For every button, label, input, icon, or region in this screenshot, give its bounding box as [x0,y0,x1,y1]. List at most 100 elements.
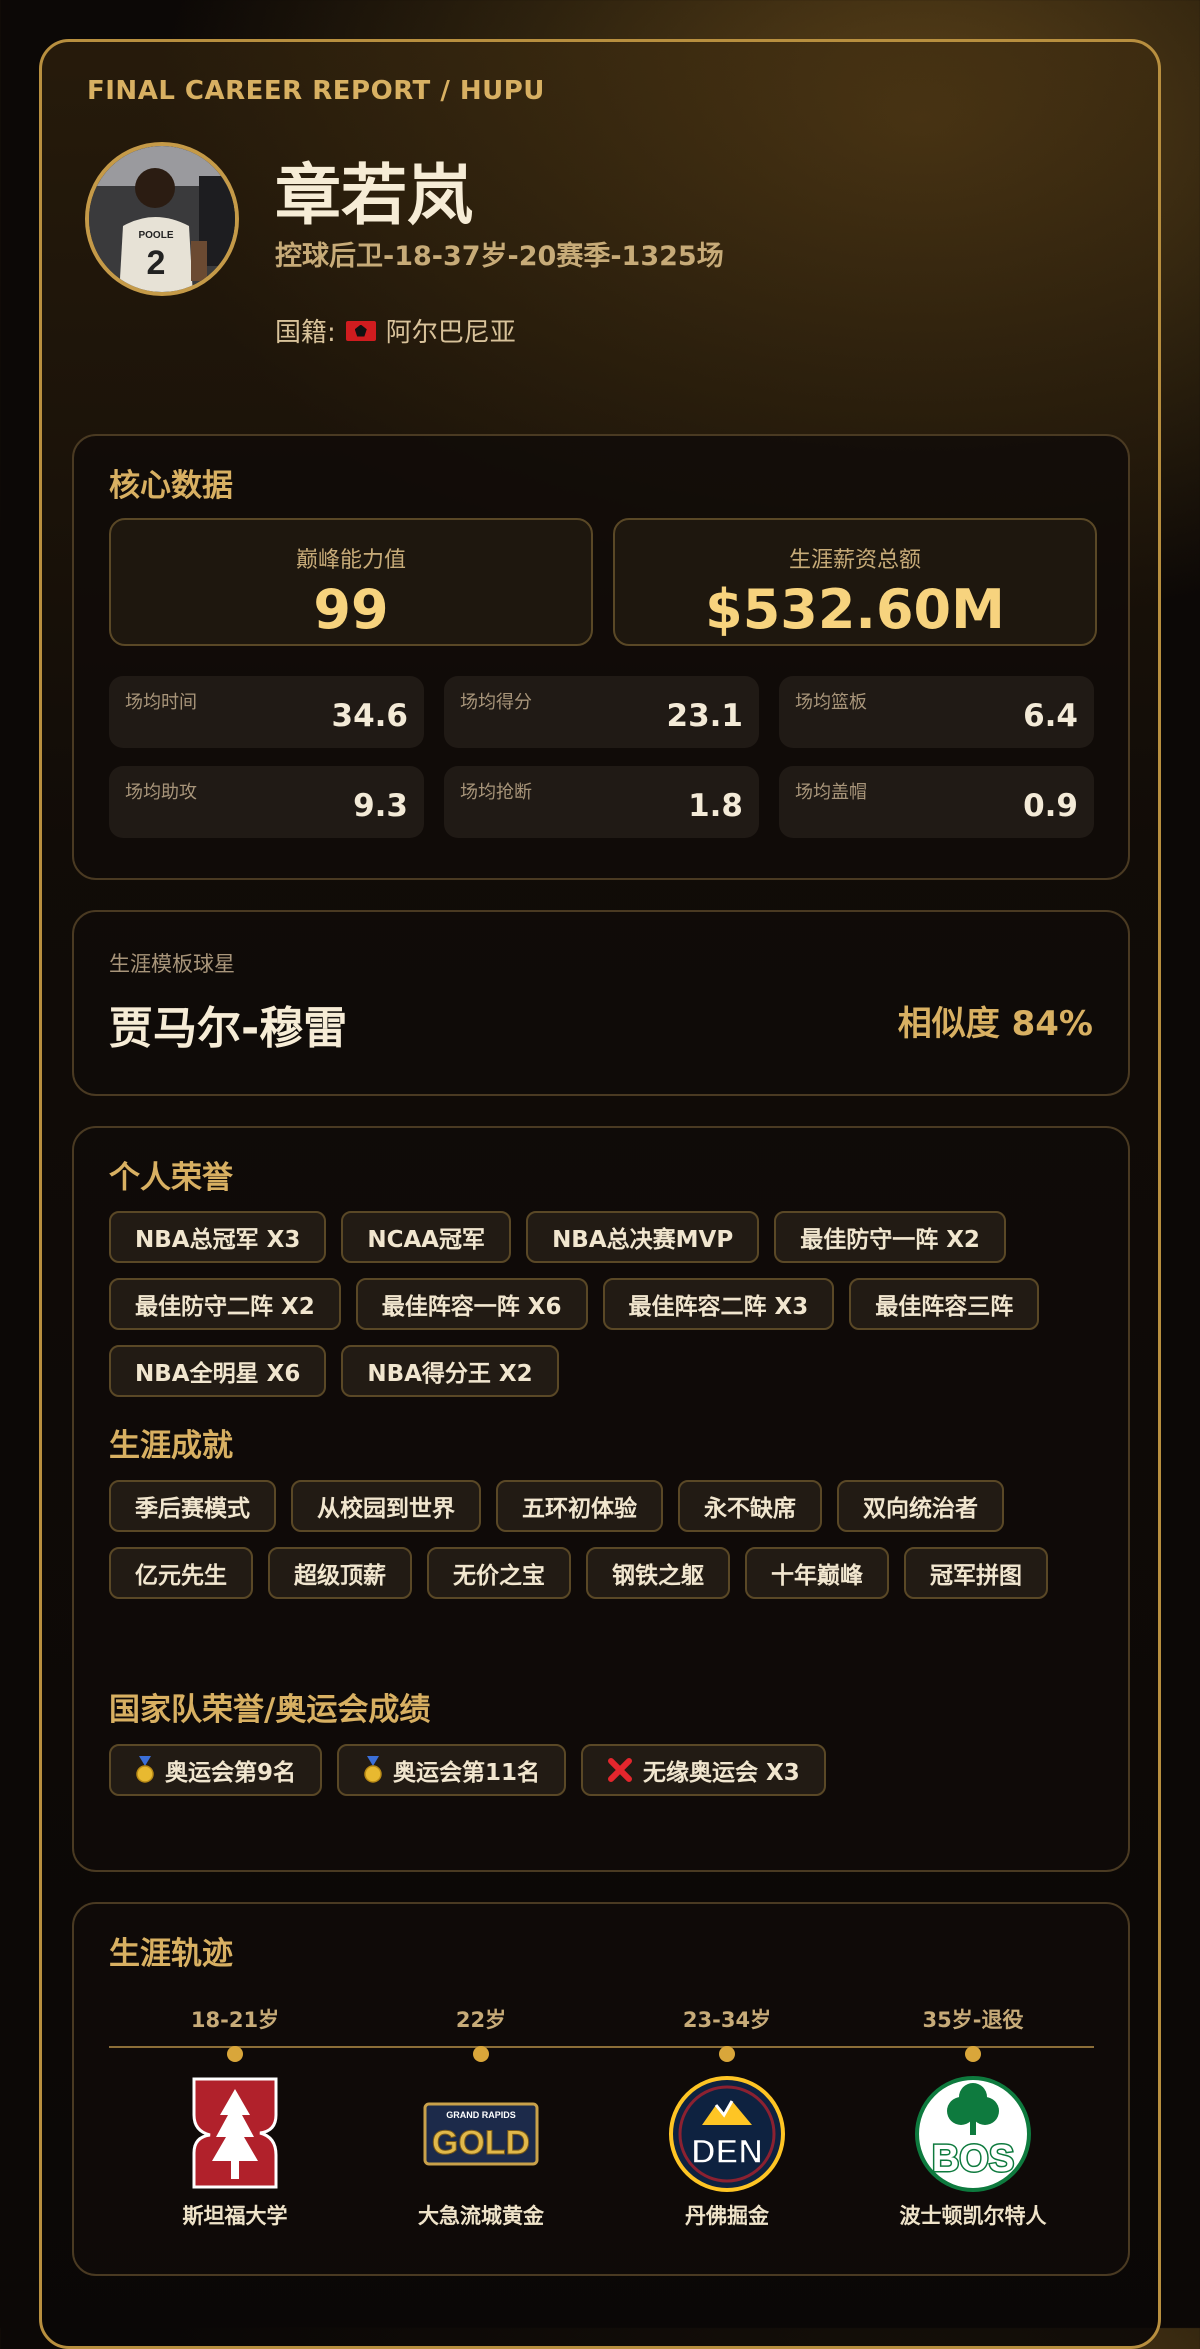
career-stop-team: 大急流城黄金 [418,2204,544,2228]
olympic-result-tag: 奥运会第9名 [109,1744,323,1796]
olympic-result-tag: 奥运会第11名 [337,1744,567,1796]
nationality-row: 国籍: 阿尔巴尼亚 [275,312,516,349]
stat-label: 场均得分 [460,692,532,713]
timeline-dot [965,2046,981,2062]
den-logo-text: DEN [691,2133,763,2171]
honors-title: 个人荣誉 [109,1160,233,1196]
career-stop-age: 23-34岁 [682,2008,772,2032]
national-team-list: 奥运会第9名 奥运会第11名 无缘奥运会 X3 [109,1744,1099,1796]
career-stop-boston: 35岁-退役 BOS 波士顿凯尔特人 [853,2004,1093,2230]
nationality-label: 国籍: [275,318,336,348]
achievement-tag: 钢铁之躯 [586,1547,730,1599]
timeline-dot [227,2046,243,2062]
stat-value: 1.8 [688,788,743,824]
honor-tag: NBA总决赛MVP [526,1211,760,1263]
nationality-value: 阿尔巴尼亚 [385,318,516,348]
stanford-logo-text: S [235,2075,236,2076]
grand-rapids-gold-logo-icon: GRAND RAPIDS GOLD [421,2074,541,2194]
stat-points: 场均得分 23.1 [444,676,759,748]
olympic-result-text: 无缘奥运会 X3 [643,1760,800,1786]
jersey-name-text: POOLE [138,230,173,241]
jersey-number-text: 2 [147,244,166,282]
honor-tag: 最佳阵容一阵 X6 [355,1278,588,1330]
gold-logo-subtext: GRAND RAPIDS [446,2110,516,2120]
achievement-tag: 冠军拼图 [904,1547,1048,1599]
career-salary-value: $532.60M [705,578,1005,641]
achievement-tag: 季后赛模式 [109,1480,276,1532]
honor-tag: 最佳防守一阵 X2 [774,1211,1006,1263]
report-kicker: FINAL CAREER REPORT / HUPU [87,76,545,106]
career-stop-grand-rapids: 22岁 GRAND RAPIDS GOLD 大急流城黄金 [361,2004,601,2230]
core-data-title: 核心数据 [109,468,233,504]
peak-rating-label: 巅峰能力值 [295,548,406,573]
career-salary-box: 生涯薪资总额 $532.60M [613,518,1097,646]
player-name: 章若岚 [275,157,473,234]
stat-value: 0.9 [1023,788,1078,824]
career-trajectory-panel: 生涯轨迹 18-21岁 S 斯坦福大学 22岁 GRAND RAPIDS GOL… [72,1902,1130,2276]
achievement-tag: 从校园到世界 [291,1480,481,1532]
achievement-tag: 五环初体验 [496,1480,663,1532]
stanford-logo-icon: S [175,2074,295,2194]
template-player-panel: 生涯模板球星 贾马尔-穆雷 相似度 84% [72,910,1130,1096]
career-stop-team: 丹佛掘金 [685,2204,769,2228]
stat-value: 6.4 [1023,698,1078,734]
career-stop-age: 35岁-退役 [922,2008,1024,2032]
olympic-result-text: 奥运会第11名 [393,1760,541,1786]
career-report-card: FINAL CAREER REPORT / HUPU POOLE 2 章若岚 控… [39,39,1161,2349]
honors-panel: 个人荣誉 NBA总冠军 X3 NCAA冠军 NBA总决赛MVP 最佳防守一阵 X… [72,1126,1130,1872]
stat-blocks: 场均盖帽 0.9 [779,766,1094,838]
avatar-photo: POOLE 2 [89,146,235,292]
honor-tag: 最佳防守二阵 X2 [109,1278,341,1330]
core-data-panel: 核心数据 巅峰能力值 99 生涯薪资总额 $532.60M 场均时间 34.6 … [72,434,1130,880]
stat-value: 23.1 [666,698,744,734]
stat-label: 场均抢断 [460,782,532,803]
achievement-tag: 永不缺席 [678,1480,822,1532]
stat-minutes: 场均时间 34.6 [109,676,424,748]
stat-rebounds: 场均篮板 6.4 [779,676,1094,748]
peak-rating-box: 巅峰能力值 99 [109,518,593,646]
olympic-result-tag: 无缘奥运会 X3 [581,1744,826,1796]
honor-tag: NBA得分王 X2 [341,1345,559,1397]
stat-steals: 场均抢断 1.8 [444,766,759,838]
bos-logo-text: BOS [932,2138,1014,2180]
gold-logo-text: GOLD [432,2124,530,2162]
stat-value: 9.3 [353,788,408,824]
template-player-name: 贾马尔-穆雷 [109,1003,348,1054]
peak-rating-value: 99 [313,578,389,641]
timeline-dot [473,2046,489,2062]
achievements-title: 生涯成就 [109,1428,233,1464]
career-stop-team: 斯坦福大学 [182,2204,288,2228]
stat-label: 场均盖帽 [795,782,867,803]
boston-celtics-logo-icon: BOS [913,2074,1033,2194]
medal-icon [364,1756,382,1783]
honor-tag: 最佳阵容二阵 X3 [602,1278,835,1330]
career-stop-team: 波士顿凯尔特人 [899,2204,1047,2228]
similarity-score: 相似度 84% [897,1004,1093,1044]
achievement-tag: 双向统治者 [837,1480,1004,1532]
career-stop-denver: 23-34岁 DEN 丹佛掘金 [607,2004,847,2230]
stat-value: 34.6 [331,698,409,734]
career-stop-stanford: 18-21岁 S 斯坦福大学 [115,2004,355,2230]
stat-label: 场均篮板 [795,692,867,713]
template-label: 生涯模板球星 [109,952,235,976]
achievement-tag: 十年巅峰 [745,1547,889,1599]
olympic-result-text: 奥运会第9名 [165,1760,297,1786]
honor-tag: NCAA冠军 [341,1211,512,1263]
stat-assists: 场均助攻 9.3 [109,766,424,838]
honor-tag: NBA全明星 X6 [109,1345,327,1397]
career-trajectory-title: 生涯轨迹 [109,1936,233,1972]
medal-icon [136,1756,154,1783]
achievement-tag: 亿元先生 [109,1547,253,1599]
national-team-title: 国家队荣誉/奥运会成绩 [109,1692,431,1728]
career-stop-age: 22岁 [455,2008,507,2032]
avatar: POOLE 2 [85,142,239,296]
career-salary-label: 生涯薪资总额 [788,548,921,573]
player-subtitle: 控球后卫-18-37岁-20赛季-1325场 [275,241,724,272]
honor-tag: 最佳阵容三阵 [849,1278,1040,1330]
achievement-tag: 无价之宝 [427,1547,571,1599]
honors-list: NBA总冠军 X3 NCAA冠军 NBA总决赛MVP 最佳防守一阵 X2 最佳防… [109,1211,1099,1397]
denver-nuggets-logo-icon: DEN [667,2074,787,2194]
achievement-tag: 超级顶薪 [268,1547,412,1599]
albania-flag-icon [345,320,376,341]
stat-label: 场均助攻 [125,782,197,803]
